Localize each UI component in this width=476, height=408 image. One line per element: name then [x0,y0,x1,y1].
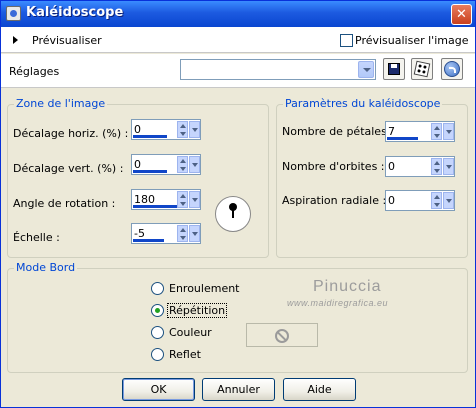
radio-wrap[interactable] [151,282,164,295]
radio-reflect[interactable] [151,348,164,361]
option-reflect-label[interactable]: Reflet [169,348,201,361]
orbit-count-spinner[interactable]: 0 [385,156,455,177]
app-icon [6,6,21,21]
chevron-down-icon[interactable] [443,192,454,209]
spin-up-down-icon[interactable] [431,158,442,175]
close-button[interactable]: ✕ [451,4,472,25]
edge-mode-title: Mode Bord [14,261,78,274]
settings-dropdown[interactable] [180,59,376,80]
preview-image-label[interactable]: Prévisualiser l'image [355,34,468,47]
image-zone-group: Zone de l'image Décalage horiz. (%) : 0 … [7,97,269,258]
chevron-down-icon[interactable] [189,121,200,138]
reset-icon [444,61,460,77]
edge-mode-group: Mode Bord Enroulement Répétition Couleur… [7,261,468,373]
ok-button[interactable]: OK [122,378,195,401]
radial-suction-value[interactable]: 0 [388,194,395,207]
rotation-dial[interactable] [215,196,251,232]
scale-label: Échelle : [13,231,60,244]
option-repeat-label[interactable]: Répétition [166,303,228,318]
vertical-offset-level [133,170,167,173]
title-bar[interactable]: Kaléidoscope ✕ [1,1,475,27]
rotation-angle-spinner[interactable]: 180 [131,189,201,210]
floppy-icon [388,63,400,75]
rotation-angle-label: Angle de rotation : [13,197,116,210]
spin-up-down-icon[interactable] [431,123,442,140]
dice-icon [413,60,431,78]
image-zone-title: Zone de l'image [14,97,108,110]
radio-color[interactable] [151,326,164,339]
spin-up-down-icon[interactable] [177,121,188,138]
chevron-down-icon[interactable] [443,123,454,140]
chevron-down-icon[interactable] [189,225,200,242]
vertical-offset-spinner[interactable]: 0 [131,154,201,175]
spin-up-down-icon[interactable] [177,156,188,173]
option-color-label[interactable]: Couleur [169,326,212,339]
window-title: Kaléidoscope [26,5,124,20]
edge-color-swatch[interactable] [246,323,318,347]
orbit-count-value[interactable]: 0 [388,160,395,173]
randomize-button[interactable] [411,58,433,80]
dial-knob-icon [229,203,237,211]
radial-suction-spinner[interactable]: 0 [385,190,455,211]
spin-up-down-icon[interactable] [177,191,188,208]
cancel-button[interactable]: Annuler [202,378,275,401]
radial-suction-label: Aspiration radiale : [282,194,387,207]
settings-label: Réglages [9,65,60,78]
expand-preview-icon[interactable] [13,36,18,44]
chevron-down-icon[interactable] [189,156,200,173]
save-settings-button[interactable] [383,58,405,80]
kaleidoscope-params-title: Paramètres du kaléidoscope [283,97,443,110]
scale-spinner[interactable]: -5 [131,223,201,244]
vertical-offset-label: Décalage vert. (%) : [13,162,124,175]
help-button[interactable]: Aide [283,378,356,401]
horizontal-offset-level [133,135,167,138]
preview-image-checkbox[interactable] [340,34,353,47]
disabled-icon [275,329,289,343]
petal-count-level [387,137,418,140]
watermark-name: Pinuccia [313,278,382,295]
preview-bar: Prévisualiser Prévisualiser l'image [1,27,475,53]
spin-up-down-icon[interactable] [431,192,442,209]
horizontal-offset-spinner[interactable]: 0 [131,119,201,140]
option-wrap-label[interactable]: Enroulement [169,282,240,295]
chevron-down-icon[interactable] [189,191,200,208]
kaleidoscope-dialog: Kaléidoscope ✕ Prévisualiser Prévisualis… [0,0,476,408]
chevron-down-icon[interactable] [358,61,374,78]
horizontal-offset-label: Décalage horiz. (%) : [13,127,129,140]
petal-count-label: Nombre de pétales : [282,125,395,138]
kaleidoscope-params-group: Paramètres du kaléidoscope Nombre de pét… [276,97,468,258]
settings-bar: Réglages [1,54,475,88]
scale-level [133,239,164,242]
petal-count-spinner[interactable]: 7 [385,121,455,142]
preview-label[interactable]: Prévisualiser [32,34,102,47]
watermark-url: www.maidiregrafica.eu [287,298,389,308]
reset-button[interactable] [441,58,463,80]
orbit-count-label: Nombre d'orbites : [282,160,385,173]
spin-up-down-icon[interactable] [177,225,188,242]
chevron-down-icon[interactable] [443,158,454,175]
radio-repeat[interactable] [151,304,164,317]
